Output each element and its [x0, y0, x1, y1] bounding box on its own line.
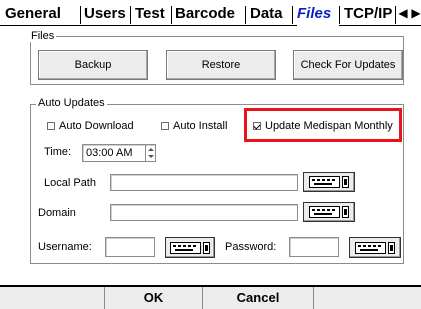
cancel-button[interactable]: Cancel — [203, 287, 313, 309]
tab-separator — [292, 6, 293, 24]
check-for-updates-button[interactable]: Check For Updates — [293, 50, 403, 80]
tab-data[interactable]: Data — [250, 4, 283, 26]
username-label: Username: — [38, 241, 92, 253]
auto-install-label: Auto Install — [173, 120, 228, 132]
tab-underline — [0, 25, 297, 26]
files-group-legend: Files — [29, 30, 57, 42]
tab-files[interactable]: Files — [297, 4, 331, 26]
auto-install-checkbox[interactable]: Auto Install — [161, 119, 227, 133]
backup-button[interactable]: Backup — [38, 50, 148, 80]
checkbox-icon — [47, 122, 55, 130]
password-label: Password: — [225, 241, 277, 253]
tab-underline — [339, 25, 421, 26]
spin-up-icon[interactable] — [148, 148, 154, 151]
tab-barcode[interactable]: Barcode — [175, 4, 235, 26]
local-path-label: Local Path — [44, 177, 96, 189]
spin-down-icon[interactable] — [148, 155, 154, 158]
username-keyboard-button[interactable] — [165, 237, 215, 258]
tab-separator — [171, 6, 172, 24]
scroll-left-icon[interactable]: ◀ — [397, 5, 409, 22]
time-label: Time: — [44, 146, 72, 158]
tab-separator — [130, 6, 131, 24]
tab-test[interactable]: Test — [135, 4, 165, 26]
tab-general[interactable]: General — [5, 4, 61, 26]
tab-tcpip[interactable]: TCP/IP — [344, 4, 392, 26]
local-path-input[interactable] — [110, 174, 298, 191]
password-keyboard-button[interactable] — [349, 237, 401, 258]
auto-download-label: Auto Download — [59, 120, 134, 132]
footer-separator — [313, 287, 314, 309]
domain-label: Domain — [38, 207, 76, 219]
keyboard-icon — [309, 176, 349, 188]
tab-separator — [339, 6, 340, 24]
ok-button[interactable]: OK — [105, 287, 202, 309]
tab-separator — [395, 6, 396, 24]
scroll-right-icon[interactable]: ▶ — [410, 5, 421, 22]
highlight-box — [244, 108, 402, 142]
local-path-keyboard-button[interactable] — [303, 172, 355, 192]
tab-separator — [245, 6, 246, 24]
time-value: 03:00 AM — [86, 147, 133, 159]
tab-separator — [80, 6, 81, 24]
time-spinner[interactable] — [145, 145, 155, 161]
footer-bar: OK Cancel — [0, 285, 421, 309]
checkbox-icon — [161, 122, 169, 130]
tab-users[interactable]: Users — [84, 4, 126, 26]
auto-download-checkbox[interactable]: Auto Download — [47, 119, 134, 133]
tab-bar: General Users Test Barcode Data Files TC… — [0, 0, 421, 26]
restore-button[interactable]: Restore — [166, 50, 276, 80]
domain-keyboard-button[interactable] — [303, 202, 355, 222]
keyboard-icon — [170, 241, 210, 254]
password-input[interactable] — [289, 237, 339, 257]
username-input[interactable] — [105, 237, 155, 257]
auto-updates-legend: Auto Updates — [36, 97, 107, 109]
time-field[interactable]: 03:00 AM — [82, 144, 156, 162]
domain-input[interactable] — [110, 204, 298, 221]
keyboard-icon — [355, 241, 395, 254]
keyboard-icon — [309, 206, 349, 218]
